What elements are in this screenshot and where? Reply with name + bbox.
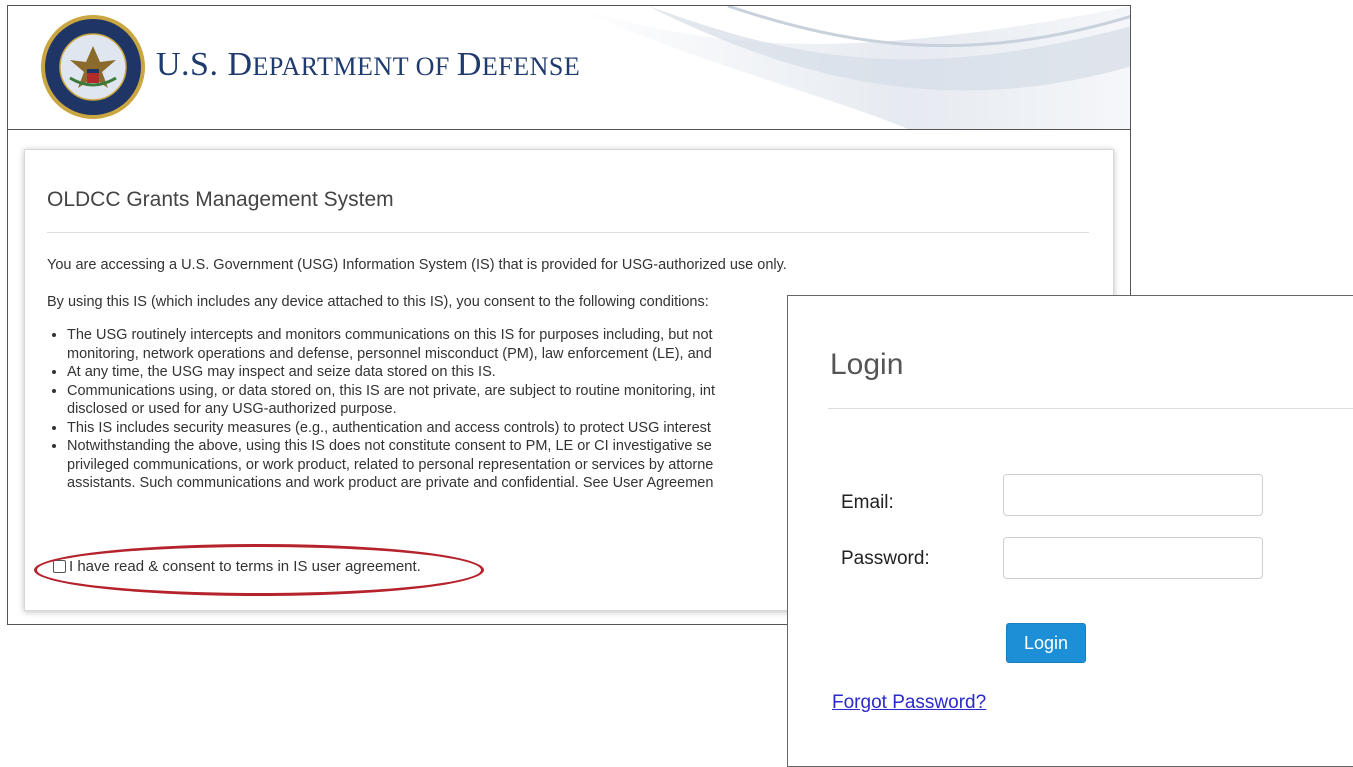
access-notice-text: You are accessing a U.S. Government (USG…: [47, 257, 787, 273]
highlight-oval-annotation: [34, 544, 484, 596]
password-field[interactable]: [1003, 537, 1263, 579]
consent-intro-text: By using this IS (which includes any dev…: [47, 294, 709, 310]
divider: [828, 408, 1353, 409]
login-window: Login Email: Password: Login Forgot Pass…: [787, 295, 1353, 767]
department-title: U.S. DEPARTMENT OF DEFENSE: [156, 46, 581, 83]
email-label: Email:: [841, 492, 894, 513]
login-button[interactable]: Login: [1006, 623, 1086, 663]
divider: [47, 232, 1089, 233]
forgot-password-link[interactable]: Forgot Password?: [832, 692, 986, 714]
login-title: Login: [830, 348, 904, 381]
site-header: U.S. DEPARTMENT OF DEFENSE: [8, 6, 1130, 130]
system-title: OLDCC Grants Management System: [47, 188, 394, 211]
dod-seal-logo: [41, 15, 145, 119]
password-label: Password:: [841, 548, 930, 569]
email-field[interactable]: [1003, 474, 1263, 516]
